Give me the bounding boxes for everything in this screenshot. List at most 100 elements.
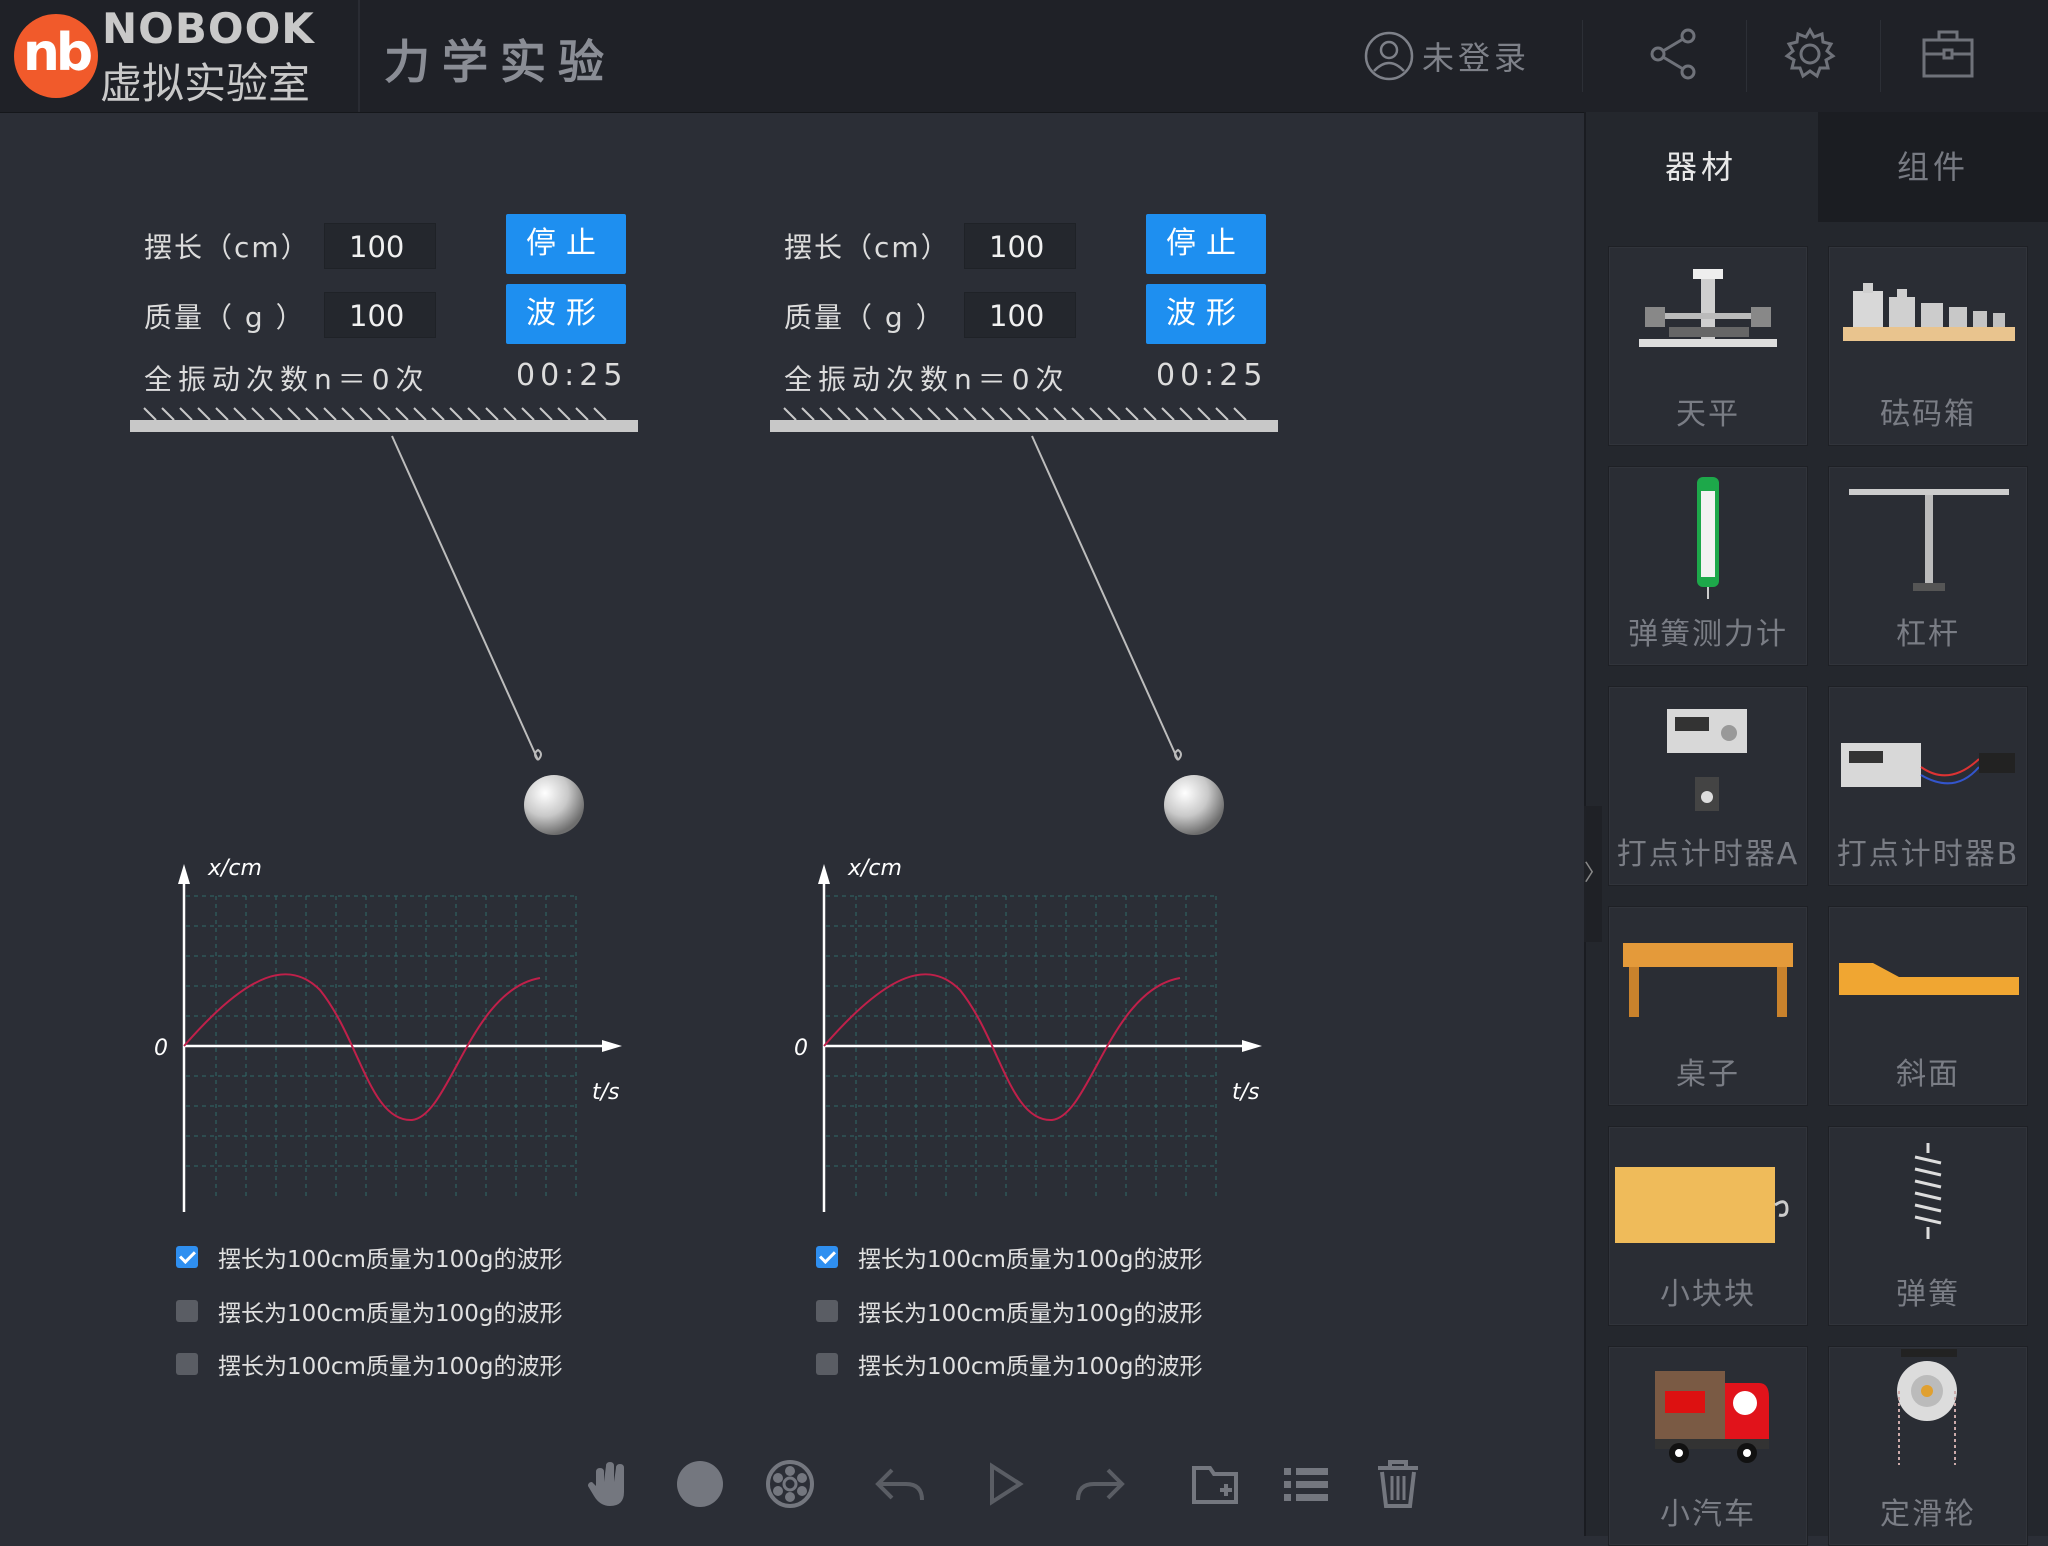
item-label: 天平 bbox=[1676, 397, 1740, 432]
waveform-check[interactable]: 摆长为100cm质量为100g的波形 bbox=[816, 1240, 1202, 1274]
item-label: 打点计时器A bbox=[1616, 837, 1800, 872]
checkbox[interactable] bbox=[176, 1300, 198, 1322]
item-block[interactable]: 小块块 bbox=[1608, 1126, 1808, 1326]
weight-box-icon bbox=[1843, 283, 2015, 341]
waveform-check[interactable]: 摆长为100cm质量为100g的波形 bbox=[816, 1347, 1202, 1381]
gear-icon[interactable] bbox=[1780, 24, 1840, 84]
spring-scale-icon bbox=[1697, 477, 1719, 599]
spring-icon bbox=[1914, 1143, 1942, 1239]
balance-icon bbox=[1639, 269, 1777, 347]
wheel-icon[interactable] bbox=[762, 1456, 818, 1512]
mass-label: 质量（ g ） bbox=[144, 301, 306, 334]
item-spring[interactable]: 弹簧 bbox=[1828, 1126, 2028, 1326]
item-label: 斜面 bbox=[1896, 1057, 1960, 1092]
waveform-graph bbox=[818, 864, 1262, 1212]
check-label: 摆长为100cm质量为100g的波形 bbox=[218, 1247, 563, 1273]
item-spring-scale[interactable]: 弹簧测力计 bbox=[1608, 466, 1808, 666]
y-axis-label: x/cm bbox=[208, 856, 262, 881]
origin-label: 0 bbox=[154, 1036, 168, 1061]
logo-text-en: NOBOOK bbox=[102, 4, 315, 53]
item-label: 小汽车 bbox=[1660, 1497, 1756, 1532]
length-input[interactable]: 100 bbox=[964, 223, 1076, 269]
waveform-check[interactable]: 摆长为100cm质量为100g的波形 bbox=[176, 1294, 562, 1328]
ticker-timer-b-icon bbox=[1841, 743, 2015, 787]
divider bbox=[1880, 20, 1881, 92]
logo-text-cn: 虚拟实验室 bbox=[100, 59, 311, 108]
lever-icon bbox=[1849, 489, 2009, 591]
sidebar-collapse-handle[interactable]: 〉 bbox=[1584, 806, 1606, 942]
toolbox-icon[interactable] bbox=[1918, 24, 1978, 84]
oscillation-count: 全振动次数n＝0次 bbox=[144, 363, 430, 396]
tab-components[interactable]: 组件 bbox=[1818, 112, 2048, 222]
redo-icon[interactable] bbox=[1072, 1456, 1128, 1512]
mass-input[interactable]: 100 bbox=[964, 292, 1076, 338]
login-button[interactable]: 未登录 bbox=[1364, 30, 1530, 82]
logo-mark: nb bbox=[14, 14, 98, 98]
waveform-check[interactable]: 摆长为100cm质量为100g的波形 bbox=[816, 1294, 1202, 1328]
item-pulley[interactable]: 定滑轮 bbox=[1828, 1346, 2028, 1546]
circle-icon[interactable] bbox=[672, 1456, 728, 1512]
item-label: 砝码箱 bbox=[1880, 397, 1976, 432]
item-label: 定滑轮 bbox=[1880, 1497, 1976, 1532]
item-label: 弹簧 bbox=[1896, 1277, 1960, 1312]
hand-icon[interactable] bbox=[582, 1456, 638, 1512]
check-label: 摆长为100cm质量为100g的波形 bbox=[858, 1247, 1203, 1273]
list-icon[interactable] bbox=[1278, 1456, 1334, 1512]
waveform-button[interactable]: 波形 bbox=[1146, 284, 1266, 344]
origin-label: 0 bbox=[794, 1036, 808, 1061]
pulley-icon bbox=[1897, 1349, 1957, 1465]
waveform-graph bbox=[178, 864, 622, 1212]
timer: 00:25 bbox=[1156, 358, 1268, 393]
length-label: 摆长（cm） bbox=[144, 231, 311, 264]
waveform-button[interactable]: 波形 bbox=[506, 284, 626, 344]
tab-equipment[interactable]: 器材 bbox=[1586, 112, 1816, 222]
toy-car-icon bbox=[1655, 1371, 1769, 1463]
checkbox[interactable] bbox=[816, 1300, 838, 1322]
checkbox[interactable] bbox=[176, 1353, 198, 1375]
item-label: 桌子 bbox=[1676, 1057, 1740, 1092]
pendulum-bob[interactable] bbox=[524, 775, 584, 835]
check-label: 摆长为100cm质量为100g的波形 bbox=[218, 1354, 563, 1380]
incline-icon bbox=[1839, 963, 2019, 995]
x-axis-label: t/s bbox=[1232, 1080, 1260, 1105]
item-table[interactable]: 桌子 bbox=[1608, 906, 1808, 1106]
check-label: 摆长为100cm质量为100g的波形 bbox=[858, 1354, 1203, 1380]
equipment-sidebar: 器材 组件 天平 砝码箱 弹簧测力计 杠杆 打点计时器A 打点计时器B 桌子 斜… bbox=[1584, 112, 2048, 1546]
item-toy-car[interactable]: 小汽车 bbox=[1608, 1346, 1808, 1546]
item-label: 杠杆 bbox=[1896, 617, 1960, 652]
table-icon bbox=[1623, 943, 1793, 1017]
item-incline[interactable]: 斜面 bbox=[1828, 906, 2028, 1106]
stop-button[interactable]: 停止 bbox=[1146, 214, 1266, 274]
waveform-check[interactable]: 摆长为100cm质量为100g的波形 bbox=[176, 1347, 562, 1381]
bottom-toolbar bbox=[0, 1456, 1584, 1516]
pendulum[interactable] bbox=[1020, 430, 1240, 850]
divider bbox=[1582, 20, 1583, 92]
share-icon[interactable] bbox=[1644, 24, 1704, 84]
pendulum-bob[interactable] bbox=[1164, 775, 1224, 835]
pendulum[interactable] bbox=[380, 430, 600, 850]
stop-button[interactable]: 停止 bbox=[506, 214, 626, 274]
checkbox[interactable] bbox=[816, 1353, 838, 1375]
item-weight-box[interactable]: 砝码箱 bbox=[1828, 246, 2028, 446]
checkbox-checked[interactable] bbox=[176, 1246, 198, 1268]
trash-icon[interactable] bbox=[1370, 1456, 1426, 1512]
y-axis-label: x/cm bbox=[848, 856, 902, 881]
item-ticker-timer-b[interactable]: 打点计时器B bbox=[1828, 686, 2028, 886]
undo-icon[interactable] bbox=[872, 1456, 928, 1512]
user-icon bbox=[1364, 31, 1414, 81]
check-label: 摆长为100cm质量为100g的波形 bbox=[218, 1301, 563, 1327]
folder-icon[interactable] bbox=[1188, 1456, 1244, 1512]
checkbox-checked[interactable] bbox=[816, 1246, 838, 1268]
waveform-check[interactable]: 摆长为100cm质量为100g的波形 bbox=[176, 1240, 562, 1274]
item-balance[interactable]: 天平 bbox=[1608, 246, 1808, 446]
length-input[interactable]: 100 bbox=[324, 223, 436, 269]
play-icon[interactable] bbox=[976, 1456, 1032, 1512]
check-label: 摆长为100cm质量为100g的波形 bbox=[858, 1301, 1203, 1327]
item-ticker-timer-a[interactable]: 打点计时器A bbox=[1608, 686, 1808, 886]
mass-input[interactable]: 100 bbox=[324, 292, 436, 338]
block-icon bbox=[1615, 1167, 1789, 1243]
ticker-timer-a-icon bbox=[1667, 709, 1747, 811]
item-label: 小块块 bbox=[1660, 1277, 1756, 1312]
divider bbox=[1746, 20, 1747, 92]
item-lever[interactable]: 杠杆 bbox=[1828, 466, 2028, 666]
